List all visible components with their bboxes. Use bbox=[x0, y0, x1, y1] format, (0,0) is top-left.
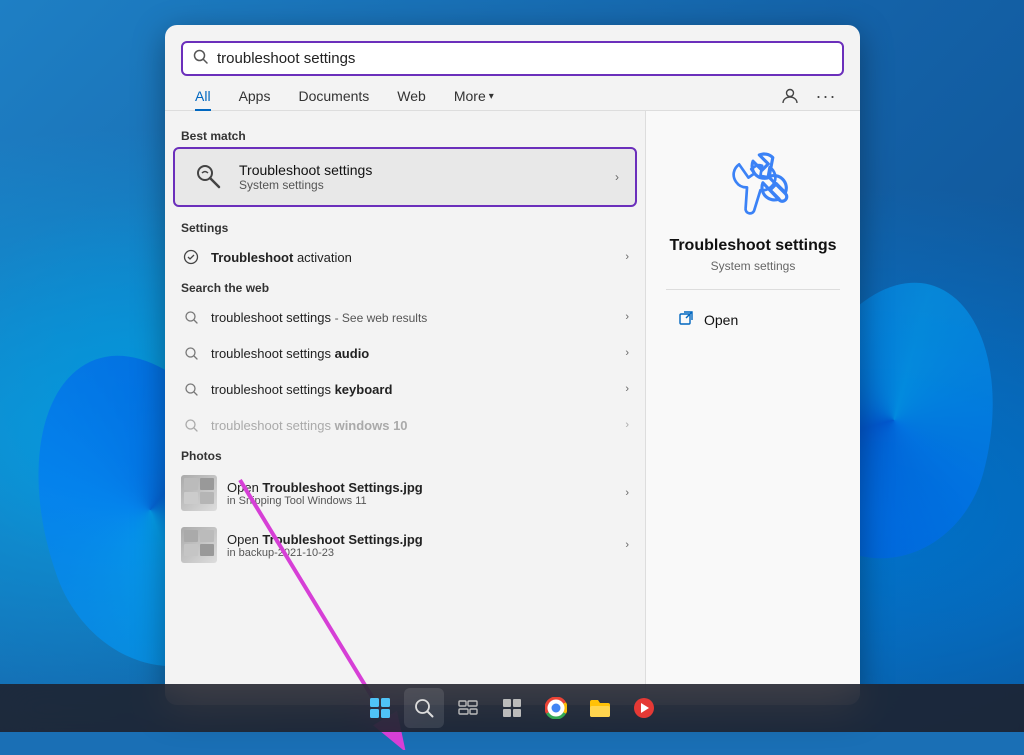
arrow-icon: › bbox=[625, 251, 629, 263]
taskbar-chrome[interactable] bbox=[536, 688, 576, 728]
tab-documents[interactable]: Documents bbox=[284, 82, 383, 110]
right-actions: Open bbox=[666, 302, 840, 338]
search-web-icon-4 bbox=[181, 415, 201, 435]
best-match-info: Troubleshoot settings System settings bbox=[239, 162, 603, 192]
search-web-section: Search the web troubleshoot settings - S… bbox=[165, 275, 645, 443]
search-icon bbox=[193, 49, 209, 68]
photo-title-2: Open Troubleshoot Settings.jpg bbox=[227, 532, 615, 547]
taskbar bbox=[0, 684, 1024, 732]
web-item-3[interactable]: troubleshoot settings keyboard › bbox=[165, 371, 645, 407]
tab-icons: ··· bbox=[772, 82, 844, 110]
photos-label: Photos bbox=[165, 443, 645, 467]
web-item-2[interactable]: troubleshoot settings audio › bbox=[165, 335, 645, 371]
search-bar[interactable] bbox=[181, 41, 844, 76]
tab-more[interactable]: More ▾ bbox=[440, 82, 508, 110]
filter-tabs: All Apps Documents Web More ▾ ··· bbox=[165, 76, 860, 111]
chevron-right-icon: › bbox=[615, 170, 619, 184]
web-text-1: troubleshoot settings - See web results bbox=[211, 310, 615, 325]
arrow-icon-1: › bbox=[625, 311, 629, 323]
photo-item-1[interactable]: Open Troubleshoot Settings.jpg in Snippi… bbox=[165, 467, 645, 519]
taskbar-explorer[interactable] bbox=[580, 688, 620, 728]
photo-title-1: Open Troubleshoot Settings.jpg bbox=[227, 480, 615, 495]
open-icon bbox=[678, 310, 694, 330]
best-match-title: Troubleshoot settings bbox=[239, 162, 603, 178]
app-icon bbox=[713, 141, 793, 221]
search-web-icon-2 bbox=[181, 343, 201, 363]
ellipsis-icon: ··· bbox=[816, 86, 837, 107]
chevron-down-icon: ▾ bbox=[489, 91, 494, 102]
right-panel: Troubleshoot settings System settings Op… bbox=[645, 111, 860, 703]
right-divider bbox=[666, 289, 840, 290]
people-icon-btn[interactable] bbox=[776, 82, 804, 110]
right-app-subtitle: System settings bbox=[711, 259, 796, 273]
best-match-subtitle: System settings bbox=[239, 178, 603, 192]
photo-info-1: Open Troubleshoot Settings.jpg in Snippi… bbox=[227, 480, 615, 507]
taskbar-redapp[interactable] bbox=[624, 688, 664, 728]
web-text-3: troubleshoot settings keyboard bbox=[211, 382, 615, 397]
activation-icon bbox=[181, 247, 201, 267]
web-item-1[interactable]: troubleshoot settings - See web results … bbox=[165, 299, 645, 335]
more-options-btn[interactable]: ··· bbox=[812, 82, 840, 110]
arrow-icon-2: › bbox=[625, 347, 629, 359]
list-item-troubleshoot-activation[interactable]: Troubleshoot activation › bbox=[165, 239, 645, 275]
photo-item-2[interactable]: Open Troubleshoot Settings.jpg in backup… bbox=[165, 519, 645, 571]
photo-thumb-2 bbox=[181, 527, 217, 563]
web-text-4: troubleshoot settings windows 10 bbox=[211, 418, 615, 433]
taskbar-store[interactable] bbox=[492, 688, 532, 728]
taskbar-start[interactable] bbox=[360, 688, 400, 728]
taskbar-taskview[interactable] bbox=[448, 688, 488, 728]
photo-sub-2: in backup-2021-10-23 bbox=[227, 547, 615, 559]
taskbar-search[interactable] bbox=[404, 688, 444, 728]
arrow-icon-4: › bbox=[625, 419, 629, 431]
arrow-icon-6: › bbox=[625, 539, 629, 551]
photo-sub-1: in Snipping Tool Windows 11 bbox=[227, 495, 615, 507]
open-label: Open bbox=[704, 312, 738, 328]
tab-all[interactable]: All bbox=[181, 82, 225, 110]
search-web-icon-3 bbox=[181, 379, 201, 399]
left-panel: Best match Troubleshoot settings System … bbox=[165, 111, 645, 703]
web-item-4[interactable]: troubleshoot settings windows 10 › bbox=[165, 407, 645, 443]
best-match-label: Best match bbox=[165, 123, 645, 147]
main-content: Best match Troubleshoot settings System … bbox=[165, 111, 860, 703]
arrow-icon-5: › bbox=[625, 487, 629, 499]
settings-section-label: Settings bbox=[165, 215, 645, 239]
search-input[interactable] bbox=[217, 50, 832, 67]
web-text-2: troubleshoot settings audio bbox=[211, 346, 615, 361]
best-match-icon bbox=[191, 159, 227, 195]
tab-web[interactable]: Web bbox=[383, 82, 440, 110]
tab-apps[interactable]: Apps bbox=[225, 82, 285, 110]
search-web-label: Search the web bbox=[165, 275, 645, 299]
settings-section: Settings Troubleshoot activation › bbox=[165, 215, 645, 275]
arrow-icon-3: › bbox=[625, 383, 629, 395]
open-action[interactable]: Open bbox=[666, 302, 840, 338]
search-web-icon-1 bbox=[181, 307, 201, 327]
photos-section: Photos bbox=[165, 443, 645, 571]
photo-info-2: Open Troubleshoot Settings.jpg in backup… bbox=[227, 532, 615, 559]
best-match-item[interactable]: Troubleshoot settings System settings › bbox=[173, 147, 637, 207]
right-app-title: Troubleshoot settings bbox=[669, 237, 836, 255]
search-panel: All Apps Documents Web More ▾ ··· Best m bbox=[165, 25, 860, 705]
activation-text: Troubleshoot activation bbox=[211, 250, 615, 265]
search-bar-wrapper bbox=[165, 25, 860, 76]
photo-thumb-1 bbox=[181, 475, 217, 511]
